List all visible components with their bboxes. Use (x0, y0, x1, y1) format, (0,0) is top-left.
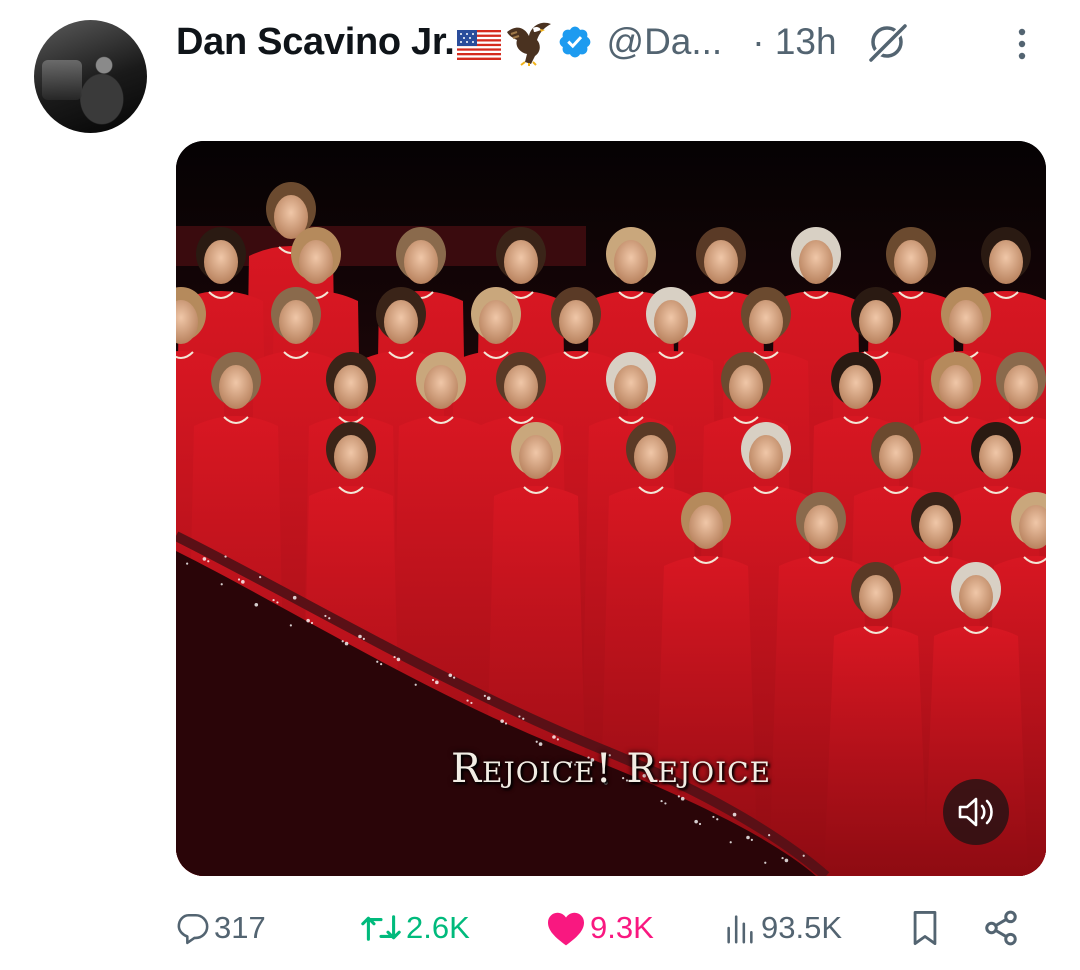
reply-icon (177, 913, 209, 945)
share-button[interactable] (982, 900, 1020, 956)
like-button[interactable]: 9.3K (546, 900, 654, 956)
avatar[interactable] (34, 20, 147, 133)
bookmark-icon (913, 911, 937, 945)
repost-button[interactable]: 2.6K (360, 900, 470, 956)
views-count: 93.5K (761, 910, 843, 945)
repost-count: 2.6K (406, 910, 470, 945)
eagle-icon (506, 22, 551, 66)
heart-icon (548, 912, 584, 946)
share-icon (985, 910, 1017, 946)
sound-toggle-button[interactable] (943, 779, 1009, 845)
post-header: Dan Scavino Jr. @Da... · 13h (176, 14, 1056, 70)
bookmark-button[interactable] (908, 900, 942, 956)
post-time[interactable]: · 13h (752, 21, 836, 63)
like-count: 9.3K (590, 910, 654, 945)
author-handle[interactable]: @Da... (607, 21, 723, 63)
video-caption: Rejoice! Rejoice (450, 746, 772, 792)
post-actions: 317 2.6K 9.3K 93.5K (176, 900, 1036, 956)
reply-count: 317 (214, 910, 266, 945)
speaker-icon (958, 797, 993, 827)
views-button[interactable]: 93.5K (723, 900, 842, 956)
reply-button[interactable]: 317 (176, 900, 266, 956)
repost-icon (361, 915, 401, 941)
more-vertical-icon[interactable] (1010, 24, 1034, 64)
us-flag-icon (456, 30, 501, 60)
views-icon (727, 915, 753, 944)
author-name[interactable]: Dan Scavino Jr. (176, 21, 455, 64)
grok-icon[interactable] (863, 18, 911, 66)
video-player[interactable]: Rejoice! Rejoice (176, 141, 1046, 876)
verified-badge-icon (559, 26, 590, 58)
